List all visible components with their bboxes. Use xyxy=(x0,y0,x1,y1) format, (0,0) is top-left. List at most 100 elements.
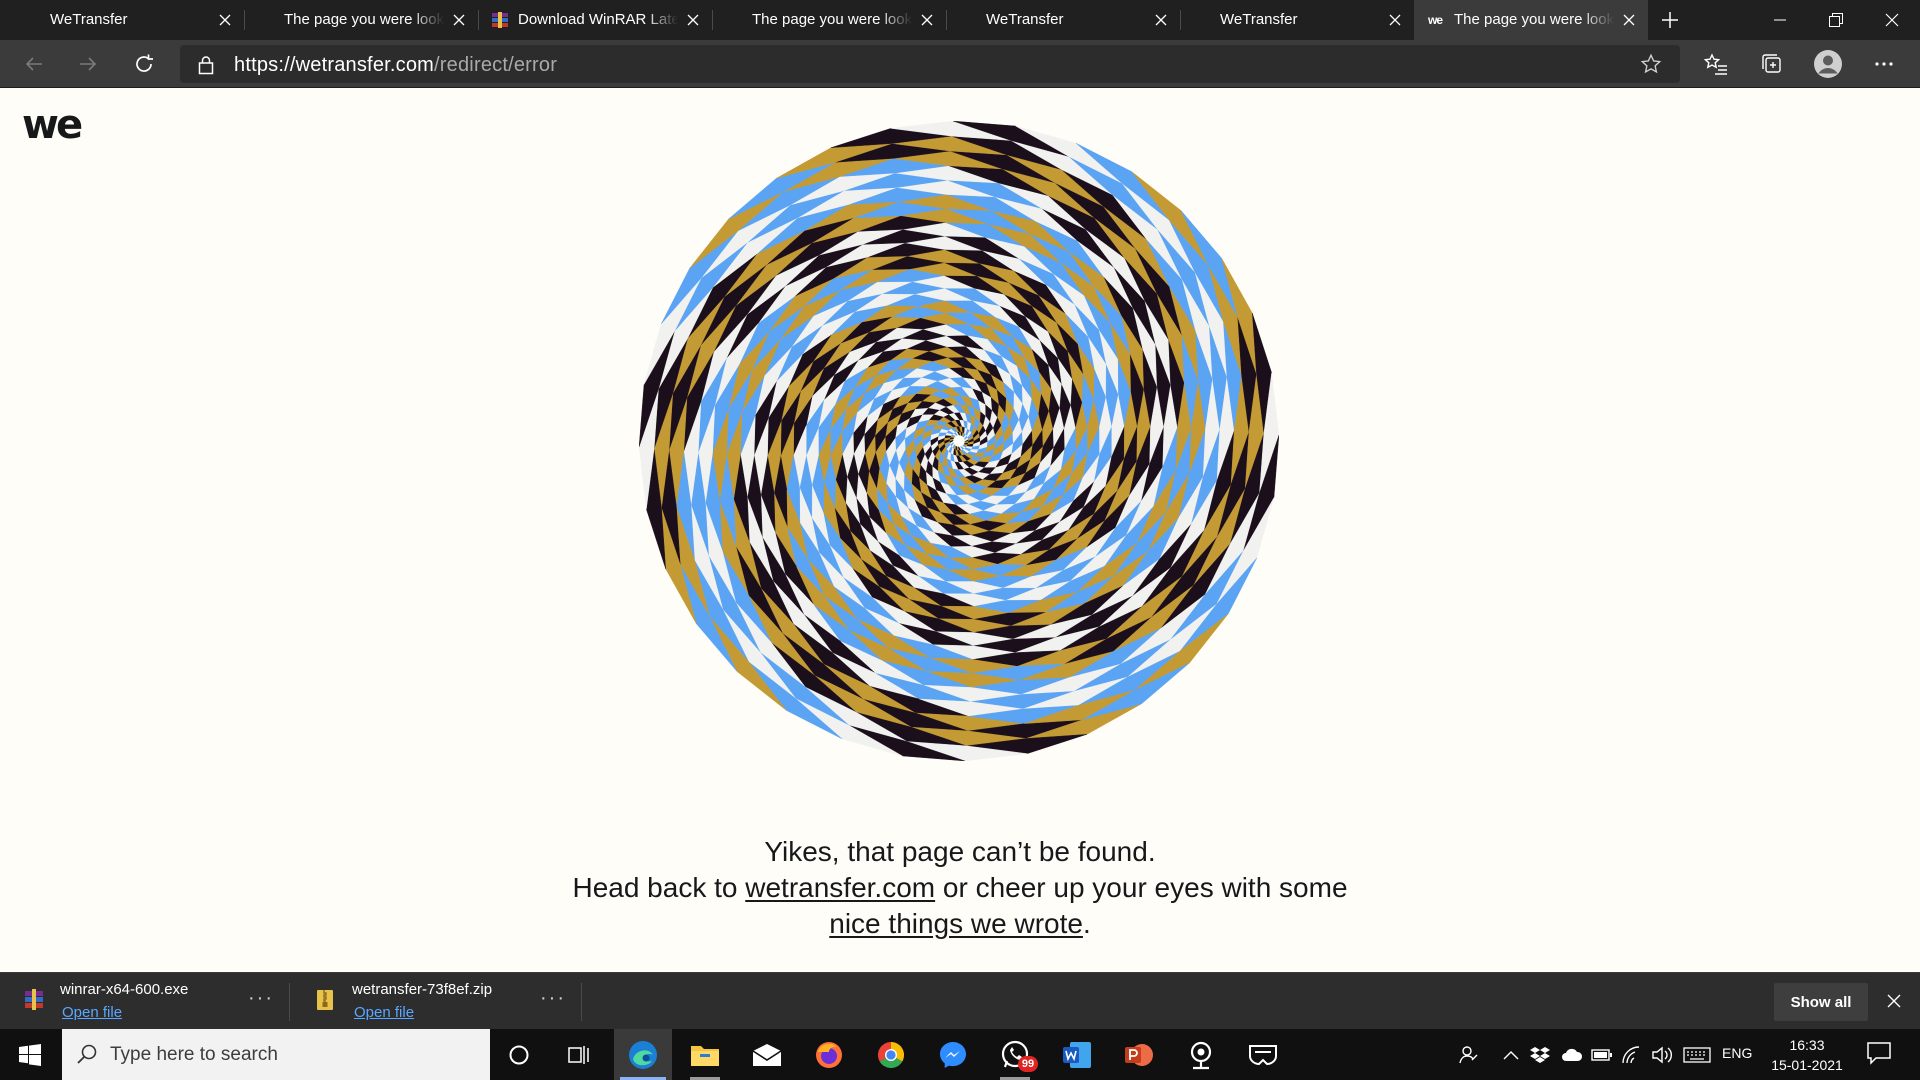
restore-button[interactable] xyxy=(1808,0,1864,40)
minimize-button[interactable] xyxy=(1752,0,1808,40)
new-tab-button[interactable] xyxy=(1655,4,1685,36)
taskbar-whatsapp[interactable]: 99 xyxy=(986,1029,1044,1080)
refresh-button[interactable] xyxy=(128,48,160,80)
start-button[interactable] xyxy=(0,1029,60,1080)
wetransfer-logo[interactable]: we xyxy=(22,105,83,145)
windows-taskbar: Type here to search 99 ENG 16:33 15-01-2… xyxy=(0,1029,1920,1080)
wetransfer-icon xyxy=(960,12,976,28)
cortana-button[interactable] xyxy=(490,1029,548,1080)
touch-keyboard-button[interactable] xyxy=(1680,1029,1714,1080)
close-tab-icon[interactable] xyxy=(1384,9,1406,31)
tab-title: The page you were looking for xyxy=(1454,11,1614,28)
winrar-file-icon xyxy=(24,989,44,1011)
url-host: https://wetransfer.com xyxy=(234,54,435,76)
open-file-link[interactable]: Open file xyxy=(62,1004,122,1021)
snip-sketch-icon xyxy=(1249,1044,1277,1065)
folder-icon xyxy=(691,1045,719,1066)
download-item-zip[interactable]: wetransfer-73f8ef.zip Open file ··· xyxy=(292,973,582,1030)
taskbar-snip-app[interactable] xyxy=(1234,1029,1292,1080)
tab-title: The page you were looking for xyxy=(284,11,444,28)
show-all-button[interactable]: Show all xyxy=(1774,983,1868,1021)
volume-tray-button[interactable] xyxy=(1648,1029,1676,1080)
close-icon xyxy=(1885,13,1899,27)
keyboard-icon xyxy=(1683,1046,1711,1063)
avatar-icon xyxy=(1814,50,1842,78)
taskbar-file-explorer[interactable] xyxy=(676,1029,734,1080)
tab-0[interactable]: WeTransfer xyxy=(10,0,245,40)
download-item-winrar[interactable]: winrar-x64-600.exe Open file ··· xyxy=(0,973,290,1030)
search-icon xyxy=(76,1043,98,1070)
minimize-icon xyxy=(1774,19,1786,21)
task-view-button[interactable] xyxy=(550,1029,608,1080)
collections-icon xyxy=(1762,54,1781,73)
close-tab-icon[interactable] xyxy=(448,9,470,31)
error-message: Yikes, that page can’t be found. Head ba… xyxy=(560,834,1360,942)
wifi-tray-button[interactable] xyxy=(1618,1029,1646,1080)
action-center-button[interactable] xyxy=(1866,1041,1896,1069)
more-options-icon[interactable]: ··· xyxy=(248,987,274,1010)
profile-button[interactable] xyxy=(1812,48,1844,80)
more-options-icon[interactable]: ··· xyxy=(540,987,566,1010)
tab-3[interactable]: The page you were looking for xyxy=(712,0,947,40)
system-clock[interactable]: 16:33 15-01-2021 xyxy=(1764,1035,1850,1075)
people-button[interactable] xyxy=(1454,1029,1484,1080)
notification-icon xyxy=(1867,1042,1891,1065)
favorites-list-icon xyxy=(1704,53,1727,75)
cloud-icon xyxy=(1562,1048,1583,1061)
tab-1[interactable]: The page you were looking for xyxy=(244,0,479,40)
close-tab-icon[interactable] xyxy=(214,9,236,31)
taskbar-messenger[interactable] xyxy=(924,1029,982,1080)
wetransfer-icon xyxy=(24,12,40,28)
close-window-button[interactable] xyxy=(1864,0,1920,40)
chrome-icon xyxy=(877,1041,905,1068)
taskbar-search-box[interactable]: Type here to search xyxy=(62,1029,490,1080)
taskbar-firefox[interactable] xyxy=(800,1029,858,1080)
wetransfer-home-link[interactable]: wetransfer.com xyxy=(745,872,935,903)
taskbar-word[interactable] xyxy=(1048,1029,1106,1080)
tab-title: WeTransfer xyxy=(1220,11,1298,28)
webcam-icon xyxy=(1190,1041,1212,1069)
close-tab-icon[interactable] xyxy=(1618,9,1640,31)
favorites-button[interactable] xyxy=(1700,48,1732,80)
close-icon xyxy=(1887,994,1901,1008)
show-hidden-icons-button[interactable] xyxy=(1498,1029,1524,1080)
taskbar-webcam-app[interactable] xyxy=(1172,1029,1230,1080)
taskbar-edge[interactable] xyxy=(614,1029,672,1080)
divider xyxy=(289,983,290,1021)
tab-5[interactable]: WeTransfer xyxy=(1180,0,1415,40)
taskbar-chrome[interactable] xyxy=(862,1029,920,1080)
input-language[interactable]: ENG xyxy=(1722,1045,1752,1061)
notification-badge: 99 xyxy=(1018,1056,1038,1072)
settings-more-button[interactable] xyxy=(1868,48,1900,80)
tab-4[interactable]: WeTransfer xyxy=(946,0,1181,40)
onedrive-tray-button[interactable] xyxy=(1557,1029,1587,1080)
wifi-icon xyxy=(1622,1045,1640,1063)
battery-tray-button[interactable] xyxy=(1589,1029,1615,1080)
close-shelf-button[interactable] xyxy=(1882,989,1906,1013)
close-tab-icon[interactable] xyxy=(682,9,704,31)
open-file-link[interactable]: Open file xyxy=(354,1004,414,1021)
tab-6[interactable]: we The page you were looking for xyxy=(1414,0,1648,40)
back-button[interactable] xyxy=(18,48,50,80)
star-icon[interactable] xyxy=(1640,53,1662,80)
error-text-prefix: Head back to xyxy=(572,872,746,903)
word-icon xyxy=(1063,1041,1091,1068)
collections-button[interactable] xyxy=(1756,48,1788,80)
lock-icon[interactable] xyxy=(198,55,214,80)
forward-button[interactable] xyxy=(72,48,104,80)
clock-time: 16:33 xyxy=(1789,1037,1825,1053)
tab-title: Download WinRAR Latest xyxy=(518,11,678,28)
dropbox-tray-button[interactable] xyxy=(1526,1029,1554,1080)
plus-icon xyxy=(1662,12,1678,28)
error-heading: Yikes, that page can’t be found. xyxy=(764,836,1156,867)
address-bar[interactable]: https://wetransfer.com/redirect/error xyxy=(180,45,1680,83)
taskbar-mail[interactable] xyxy=(738,1029,796,1080)
tab-2[interactable]: Download WinRAR Latest xyxy=(478,0,713,40)
taskbar-powerpoint[interactable] xyxy=(1110,1029,1168,1080)
refresh-icon xyxy=(136,54,153,72)
url-text[interactable]: https://wetransfer.com/redirect/error xyxy=(234,54,557,77)
close-tab-icon[interactable] xyxy=(1150,9,1172,31)
nice-things-link[interactable]: nice things we wrote xyxy=(829,908,1083,939)
messenger-icon xyxy=(940,1041,966,1068)
close-tab-icon[interactable] xyxy=(916,9,938,31)
